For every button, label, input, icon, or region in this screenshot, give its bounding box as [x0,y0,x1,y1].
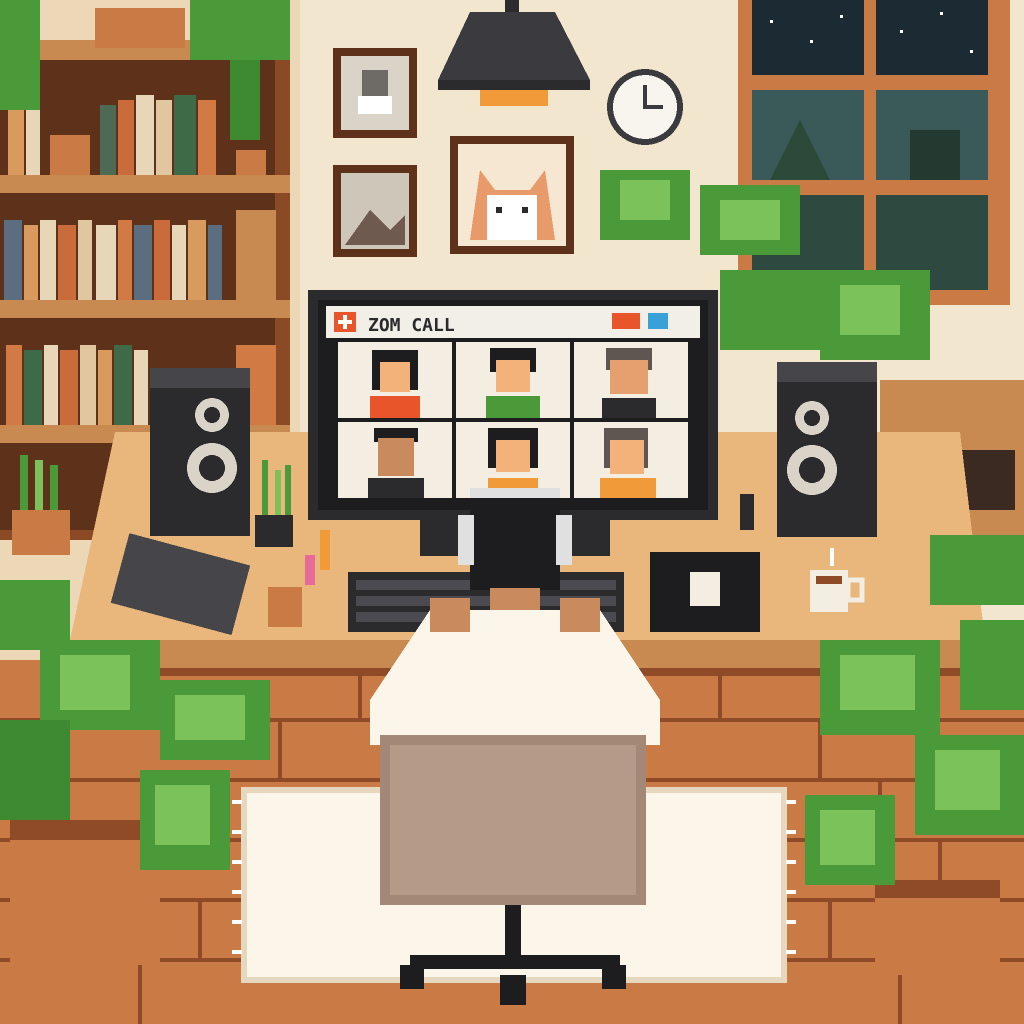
participant-avatar-1 [370,350,420,418]
left-speaker [150,368,250,536]
person-left-hand [430,598,470,632]
call-window-title: ZOM CALL [368,315,455,336]
vase [50,135,90,175]
pixel-art-home-office-scene: ZOM CALL [0,0,1024,1024]
pen [305,555,315,585]
headphones-left [458,515,474,565]
picture-frame-cat [450,136,574,254]
pencil-cup [268,587,302,627]
maximize-icon[interactable] [648,313,668,329]
phone-stand [740,494,754,530]
scene-canvas: ZOM CALL [0,0,1024,1024]
window [738,0,1010,305]
person-right-hand [560,598,600,632]
small-pot [236,150,266,175]
picture-frame-mountain [333,165,417,257]
marker [320,530,330,570]
minimize-icon[interactable] [612,313,640,329]
headphones-band [470,488,560,498]
office-chair[interactable] [380,735,646,1005]
mouse[interactable] [690,572,720,606]
right-speaker [777,362,877,537]
picture-frame-plant [333,48,417,138]
participant-avatar-6 [600,428,656,498]
person-hair [470,490,560,590]
headphones-right [556,515,572,565]
participant-avatar-3 [602,348,656,418]
participant-avatar-5 [488,428,538,498]
wall-clock [607,69,683,145]
